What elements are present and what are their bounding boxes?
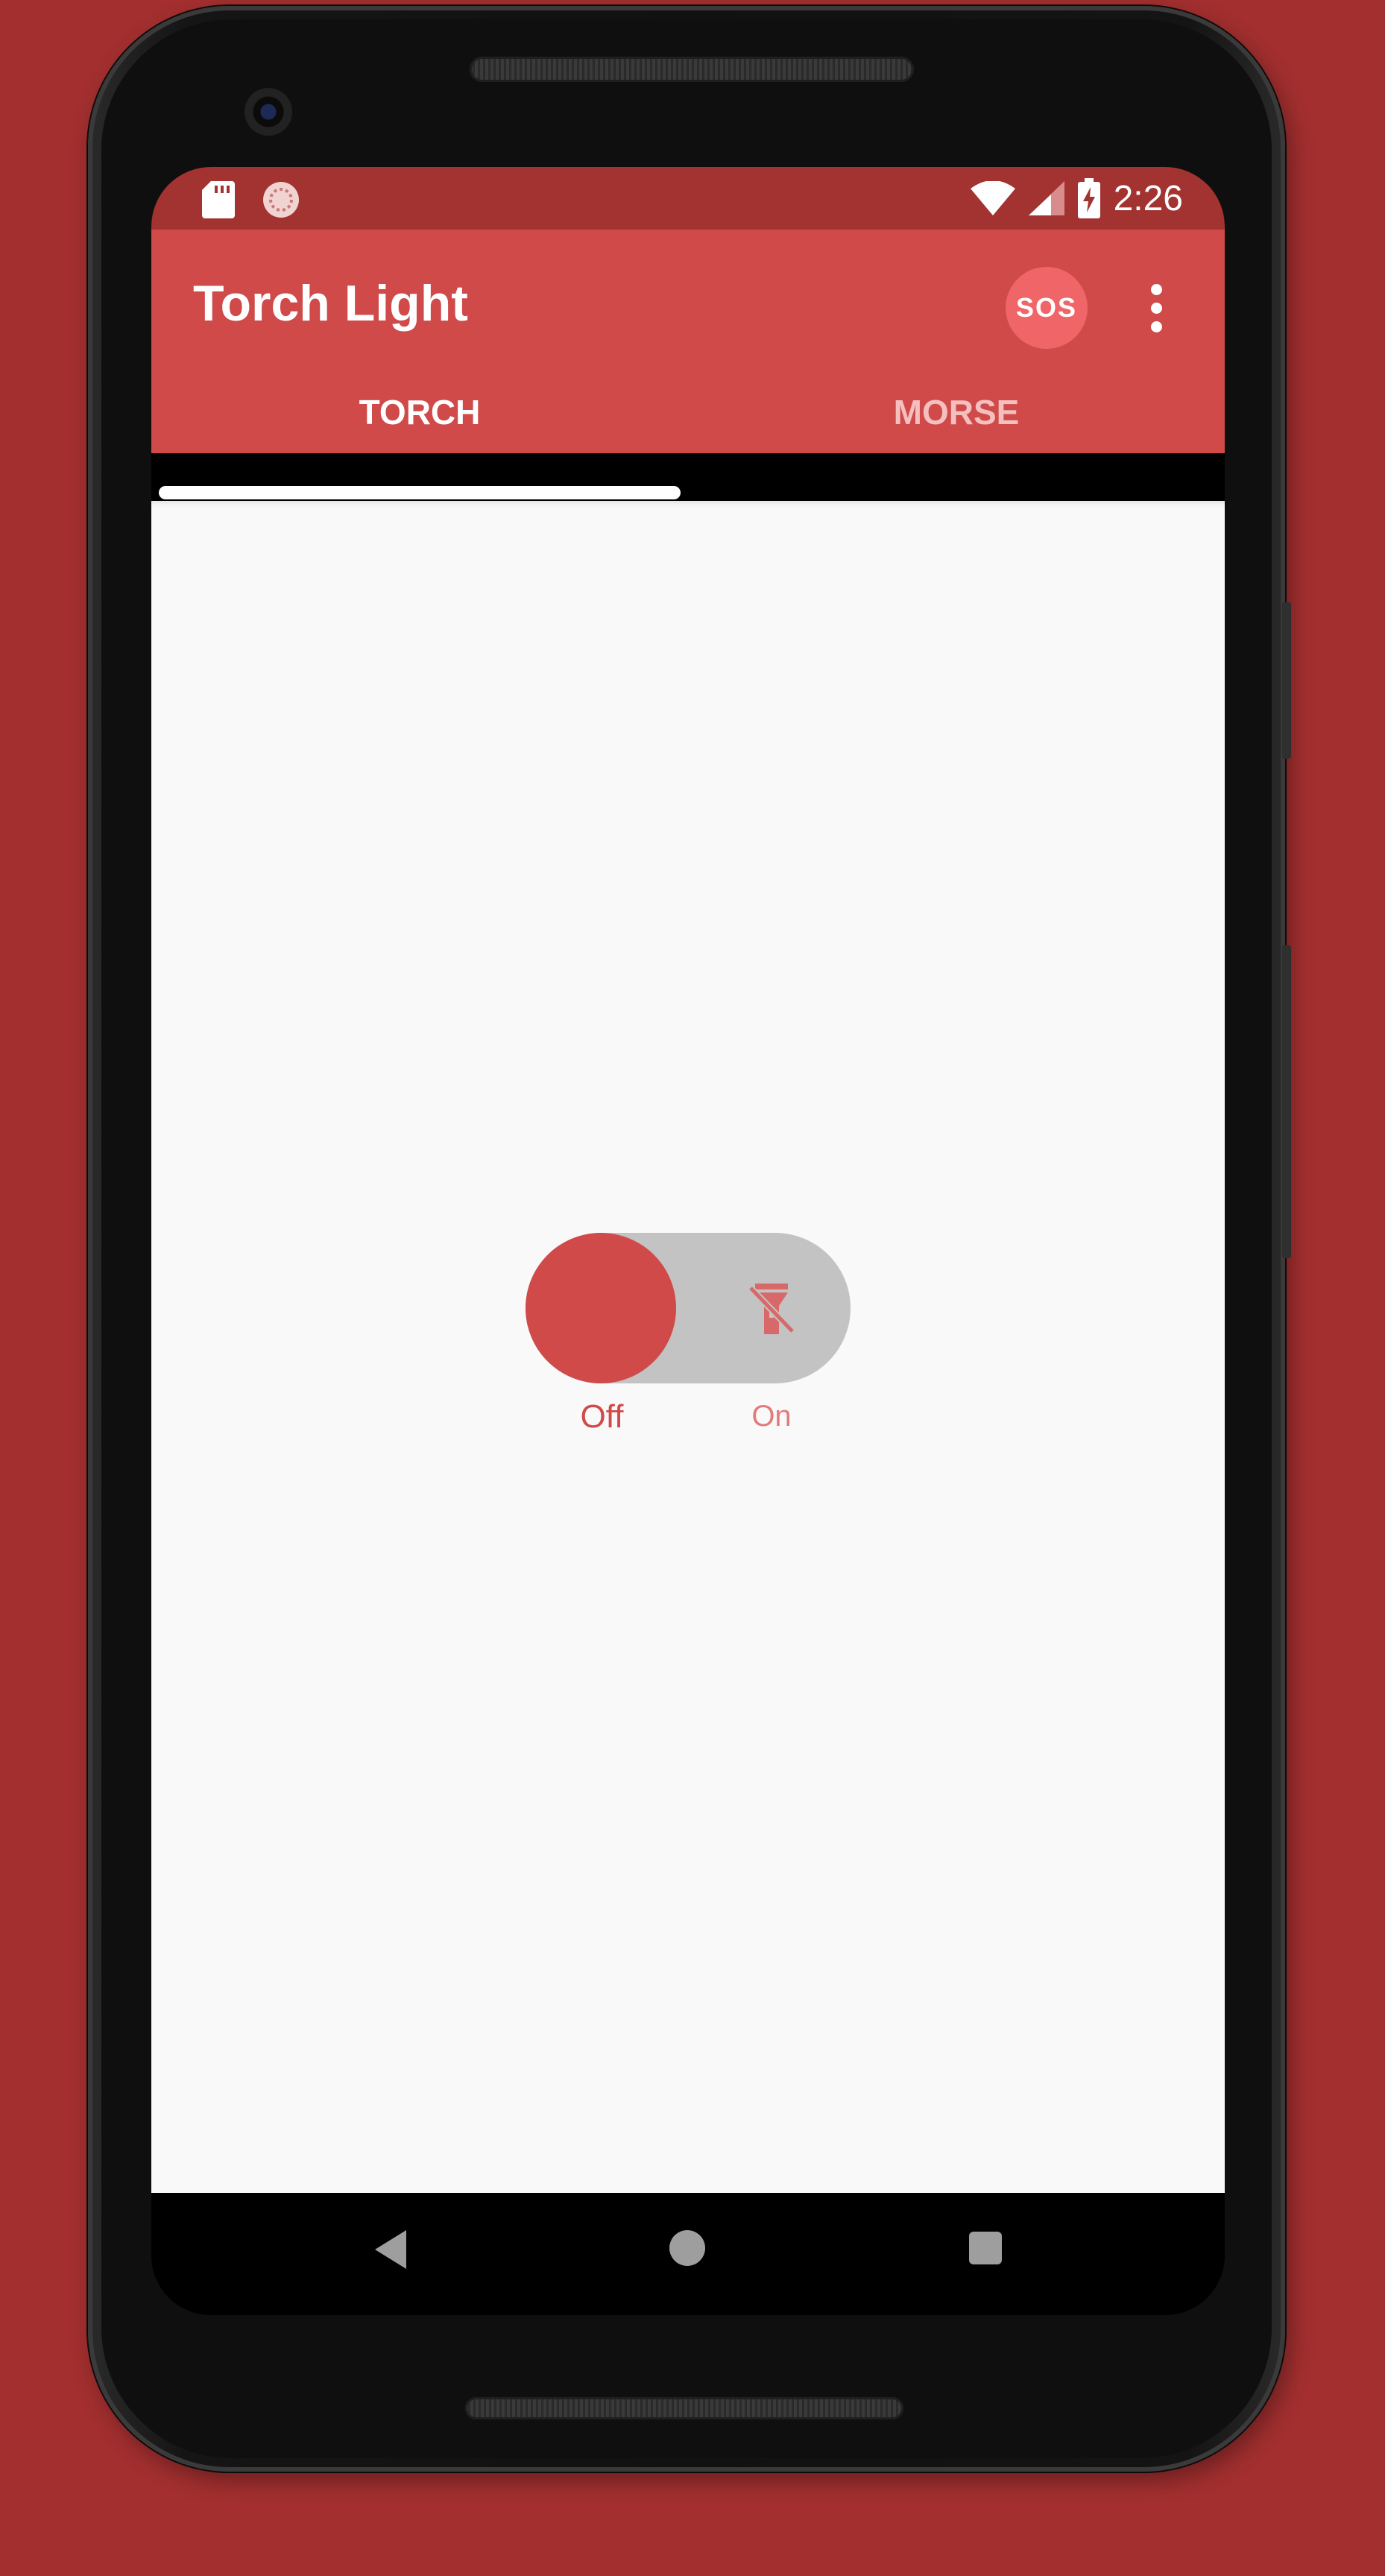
earpiece-speaker <box>470 57 914 82</box>
status-right-icons: 2:26 <box>970 174 1183 222</box>
home-icon[interactable] <box>669 2230 705 2266</box>
more-options-icon[interactable] <box>1141 274 1171 341</box>
toggle-off-label: Off <box>580 1398 624 1435</box>
toggle-on-label: On <box>751 1400 792 1433</box>
screen: 2:26 Torch Light SOS TORCH MORSE Off On <box>151 167 1225 2315</box>
status-time: 2:26 <box>1113 178 1183 218</box>
status-bar: 2:26 <box>151 167 1225 230</box>
back-icon[interactable] <box>375 2230 406 2269</box>
volume-button <box>1282 945 1291 1258</box>
app-title: Torch Light <box>193 275 468 332</box>
wifi-icon <box>970 181 1015 215</box>
tab-torch[interactable]: TORCH <box>151 371 688 453</box>
cell-signal-icon <box>1028 181 1064 215</box>
more-dot <box>1150 321 1162 332</box>
app-toolbar: Torch Light SOS <box>151 230 1225 371</box>
tab-indicator <box>159 486 681 499</box>
power-button <box>1282 602 1291 759</box>
more-dot <box>1150 302 1162 314</box>
front-camera <box>244 88 292 136</box>
sd-card-icon <box>202 181 235 218</box>
flashlight-off-icon <box>748 1284 795 1334</box>
bottom-speaker <box>465 2397 903 2419</box>
tab-morse[interactable]: MORSE <box>688 371 1225 453</box>
more-dot <box>1150 283 1162 295</box>
toggle-knob[interactable] <box>526 1233 676 1383</box>
navigation-bar <box>151 2193 1225 2315</box>
recents-icon[interactable] <box>969 2232 1002 2264</box>
sync-icon <box>263 182 299 218</box>
battery-charging-icon <box>1077 178 1100 218</box>
status-left-icons <box>202 180 300 219</box>
tab-bar: TORCH MORSE <box>151 371 1225 453</box>
sos-button[interactable]: SOS <box>1006 267 1088 349</box>
